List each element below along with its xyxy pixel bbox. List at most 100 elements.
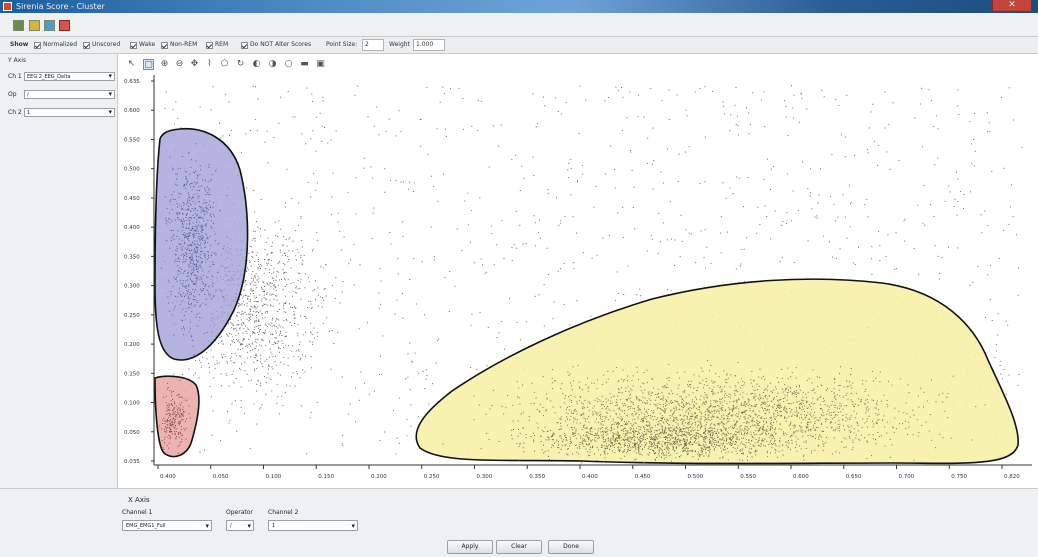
scatter-point: [787, 367, 789, 369]
scatter-point: [191, 269, 193, 271]
scatter-point: [702, 402, 704, 404]
scatter-point: [688, 146, 690, 148]
scatter-point: [200, 247, 202, 249]
scatter-point: [570, 394, 572, 396]
scatter-point: [860, 399, 862, 401]
scatter-point: [172, 424, 173, 425]
scatter-point: [192, 281, 193, 283]
scatter-point: [779, 423, 781, 425]
zoom-out-icon[interactable]: ⊖: [174, 59, 185, 70]
prev-icon[interactable]: ◐: [251, 59, 262, 70]
y-ch1-select[interactable]: EEG 2_EEG_Delta: [24, 72, 115, 81]
scatter-point: [621, 387, 622, 389]
scatter-point: [204, 210, 206, 212]
scatter-point: [720, 429, 722, 430]
scatter-point: [721, 421, 723, 423]
save-icon[interactable]: ▣: [315, 59, 326, 70]
plot-canvas[interactable]: 0.6350.6000.5500.5000.4500.4000.3500.300…: [122, 75, 1034, 488]
scatter-plot[interactable]: 0.635 0.600 0.550 0.500 0.450 0.400 0.350 0.300…: [122, 75, 1034, 488]
scatter-point: [246, 271, 248, 272]
scatter-point: [180, 428, 182, 430]
grid-icon[interactable]: [13, 20, 24, 31]
scatter-point: [202, 238, 204, 240]
scatter-point: [638, 379, 639, 381]
y-op-select[interactable]: /: [24, 90, 115, 99]
pointer-icon[interactable]: ↖: [126, 59, 137, 70]
scatter-point: [667, 423, 668, 424]
zoom-box-icon[interactable]: ▢: [143, 59, 154, 70]
pan-icon[interactable]: ✥: [189, 59, 200, 70]
polygon-icon[interactable]: ⬠: [219, 59, 230, 70]
scatter-point: [518, 397, 520, 399]
scatter-point: [712, 391, 714, 393]
scatter-point: [666, 442, 668, 443]
do-not-alter-scores-checkbox[interactable]: Do NOT Alter Scores: [241, 40, 311, 50]
scatter-point: [267, 373, 269, 375]
zoom-in-icon[interactable]: ⊕: [159, 59, 170, 70]
scatter-point: [651, 426, 653, 428]
delete-icon[interactable]: [59, 20, 70, 31]
scatter-point: [1003, 369, 1005, 370]
scatter-point: [686, 418, 688, 420]
reset-icon[interactable]: ↻: [235, 59, 246, 70]
scatter-point: [281, 340, 283, 342]
scatter-point: [341, 376, 343, 378]
scatter-point: [486, 365, 488, 367]
scatter-point: [199, 244, 201, 246]
scatter-point: [487, 326, 489, 328]
scatter-point: [272, 317, 274, 319]
scatter-point: [209, 214, 211, 216]
scatter-point: [191, 258, 193, 260]
scatter-point: [202, 240, 204, 242]
scatter-point: [957, 89, 959, 91]
scatter-point: [582, 440, 583, 442]
scatter-point: [268, 365, 270, 367]
scatter-point: [828, 409, 830, 411]
wake-checkbox[interactable]: Wake: [130, 40, 155, 50]
scatter-point: [261, 287, 263, 289]
normalized-checkbox[interactable]: Normalized: [34, 40, 77, 50]
scatter-point: [247, 295, 249, 297]
scatter-point: [685, 427, 687, 429]
lasso-icon[interactable]: ⌇: [204, 59, 215, 70]
open-icon[interactable]: [29, 20, 40, 31]
scatter-point: [191, 253, 193, 255]
scatter-point: [746, 237, 748, 239]
y-ch2-select[interactable]: 1: [24, 108, 115, 117]
print-icon[interactable]: ▬: [299, 59, 310, 70]
scatter-point: [741, 434, 743, 435]
scatter-point: [255, 355, 257, 357]
scatter-point: [311, 367, 313, 369]
scatter-point: [923, 184, 925, 186]
scatter-point: [633, 186, 635, 188]
weight-spinner[interactable]: 1.000: [413, 39, 445, 51]
scatter-point: [780, 429, 782, 431]
unscored-checkbox[interactable]: Unscored: [83, 40, 120, 50]
scatter-point: [805, 442, 807, 444]
scatter-point: [280, 361, 282, 363]
scatter-point: [655, 425, 656, 427]
info-icon[interactable]: ○: [283, 59, 294, 70]
scatter-point: [270, 286, 272, 288]
point-size-spinner[interactable]: 2: [362, 39, 384, 51]
export-icon[interactable]: [44, 20, 55, 31]
next-icon[interactable]: ◑: [267, 59, 278, 70]
scatter-point: [837, 411, 839, 413]
scatter-point: [188, 331, 190, 333]
nonrem-checkbox[interactable]: Non-REM: [161, 40, 197, 50]
scatter-point: [299, 341, 301, 343]
scatter-point: [256, 252, 258, 254]
scatter-point: [283, 363, 285, 365]
scatter-point: [693, 404, 695, 406]
rem-checkbox[interactable]: REM: [206, 40, 228, 50]
scatter-point: [304, 371, 306, 373]
scatter-point: [799, 389, 801, 391]
close-button[interactable]: ✕: [992, 0, 1032, 12]
scatter-point: [663, 430, 665, 432]
scatter-point: [250, 293, 251, 295]
scatter-point: [763, 418, 765, 419]
scatter-point: [276, 299, 278, 301]
scatter-point: [637, 418, 639, 420]
scatter-point: [247, 267, 248, 269]
scatter-point: [751, 421, 753, 423]
